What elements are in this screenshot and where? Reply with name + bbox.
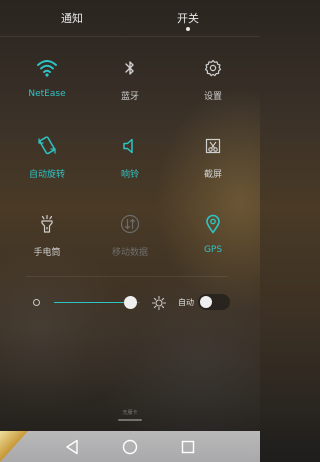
brightness-row: 自动 (0, 290, 260, 318)
tile-settings[interactable]: 设置 (173, 56, 253, 116)
brightness-low-icon (33, 299, 40, 306)
tile-bluetooth[interactable]: 蓝牙 (90, 56, 170, 116)
header-divider (0, 36, 260, 37)
tile-label: 设置 (203, 92, 222, 102)
location-pin-icon (201, 212, 225, 236)
tile-label: 蓝牙 (120, 92, 139, 102)
active-tab-indicator (186, 27, 190, 31)
home-button[interactable] (120, 437, 140, 457)
flashlight-icon (35, 212, 59, 236)
tile-ringer[interactable]: 响铃 (90, 134, 170, 194)
quick-panel-header: 通知 开关 (0, 0, 260, 36)
tile-wifi[interactable]: NetEase (7, 56, 87, 116)
wallpaper-corner (0, 431, 28, 462)
auto-brightness-toggle[interactable] (198, 294, 230, 310)
tile-label: 手电筒 (33, 248, 61, 258)
sim-status-label: 无服卡 (122, 410, 138, 416)
tile-mobile-data[interactable]: 移动数据 (90, 212, 170, 272)
screenshot-icon (201, 134, 225, 158)
bluetooth-icon (118, 56, 142, 80)
speaker-icon (118, 134, 142, 158)
brightness-slider-thumb[interactable] (124, 296, 137, 309)
brightness-high-icon (151, 295, 167, 311)
back-triangle-icon (66, 439, 78, 455)
navigation-bar (0, 431, 260, 462)
mobile-data-icon (118, 212, 142, 236)
auto-brightness-label: 自动 (178, 298, 194, 307)
tile-label: 截屏 (203, 170, 222, 180)
gear-icon (201, 56, 225, 80)
toggle-knob (200, 296, 212, 308)
tiles-divider (26, 276, 228, 277)
tile-label: 自动旋转 (28, 170, 65, 180)
recent-square-icon (181, 440, 195, 454)
tile-label: 移动数据 (111, 248, 148, 258)
tile-label: NetEase (28, 89, 66, 99)
home-circle-icon (122, 439, 138, 455)
tile-flashlight[interactable]: 手电筒 (7, 212, 87, 272)
tab-toggles[interactable]: 开关 (176, 10, 200, 26)
back-button[interactable] (62, 437, 82, 457)
tile-auto-rotate[interactable]: 自动旋转 (7, 134, 87, 194)
tile-label: GPS (203, 245, 223, 255)
drag-handle[interactable] (118, 419, 142, 421)
wifi-icon (35, 56, 59, 80)
tile-gps[interactable]: GPS (173, 212, 253, 272)
recent-apps-button[interactable] (178, 437, 198, 457)
tile-screenshot[interactable]: 截屏 (173, 134, 253, 194)
brightness-slider[interactable] (54, 302, 130, 303)
tab-notifications[interactable]: 通知 (60, 10, 84, 26)
tile-label: 响铃 (120, 170, 139, 180)
auto-rotate-icon (35, 134, 59, 158)
